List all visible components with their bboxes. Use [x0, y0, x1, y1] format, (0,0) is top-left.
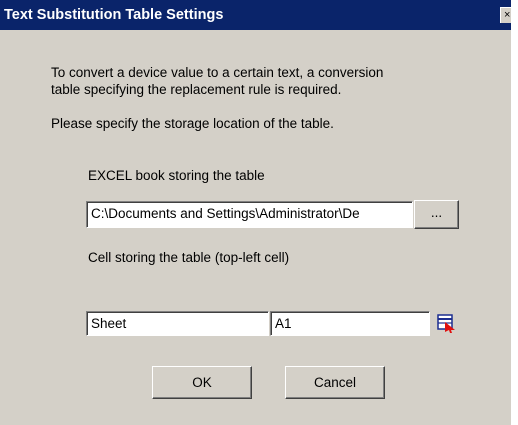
excel-path-input[interactable]: C:\Documents and Settings\Administrator\… [86, 201, 413, 228]
intro-line-3: Please specify the storage location of t… [51, 116, 334, 131]
cell-address-input[interactable]: A1 [270, 311, 430, 336]
cell-storing-label: Cell storing the table (top-left cell) [88, 250, 290, 265]
cell-picker-button[interactable] [437, 313, 457, 333]
excel-book-label: EXCEL book storing the table [88, 168, 265, 183]
cancel-button[interactable]: Cancel [285, 366, 385, 399]
ok-button[interactable]: OK [152, 366, 252, 399]
close-button[interactable]: × [500, 7, 511, 23]
close-icon: × [504, 9, 511, 21]
intro-line-1: To convert a device value to a certain t… [51, 65, 384, 80]
browse-button-label: ... [430, 205, 443, 220]
cell-picker-icon [437, 314, 455, 333]
title-bar: Text Substitution Table Settings [0, 0, 511, 30]
dialog-title: Text Substitution Table Settings [4, 7, 224, 23]
sheet-name-input[interactable]: Sheet [86, 311, 269, 336]
text-substitution-dialog: Text Substitution Table Settings × To co… [0, 0, 511, 425]
ok-button-label: OK [192, 375, 212, 390]
browse-button[interactable]: ... [414, 200, 459, 229]
intro-line-2: table specifying the replacement rule is… [51, 82, 342, 97]
cancel-button-label: Cancel [313, 375, 357, 390]
